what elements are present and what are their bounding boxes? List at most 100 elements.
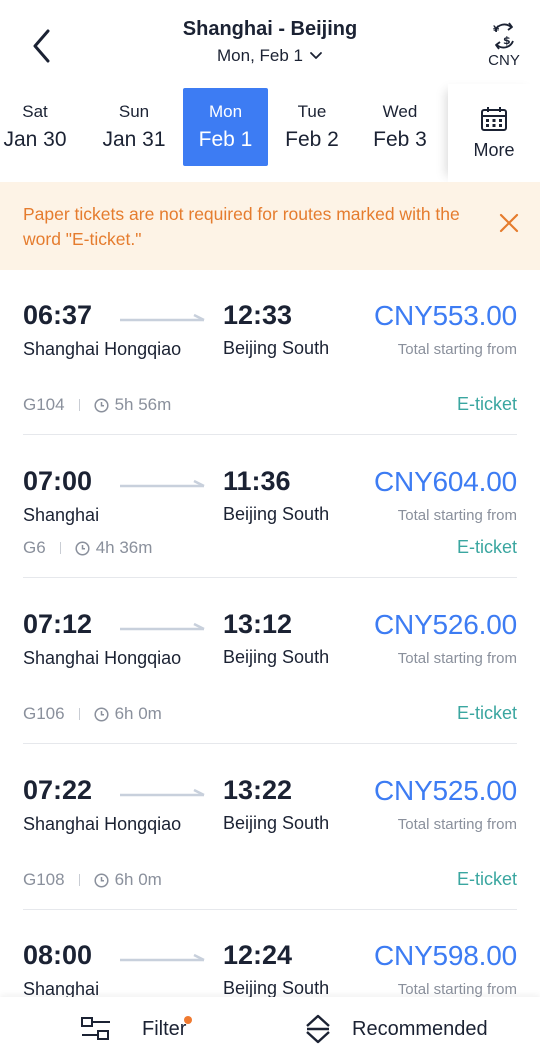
selected-date-label: Mon, Feb 1 bbox=[217, 46, 303, 65]
filter-text: Filter bbox=[142, 1017, 187, 1040]
train-meta: G108 6h 0m bbox=[23, 870, 162, 890]
departure-station: Shanghai Hongqiao bbox=[23, 814, 182, 834]
day-of-week: Tue bbox=[297, 102, 327, 121]
filter-button[interactable]: Filter bbox=[80, 1009, 193, 1049]
day-of-week: Wed bbox=[382, 102, 418, 121]
route-arrow-icon bbox=[120, 788, 205, 797]
arrival-time: 12:24 bbox=[223, 940, 293, 970]
notice-close-button[interactable] bbox=[494, 208, 524, 238]
currency-button[interactable]: ¥ $ CNY bbox=[482, 22, 526, 74]
departure-time: 07:12 bbox=[23, 609, 93, 639]
day-of-week: Sun bbox=[118, 102, 150, 121]
date-label: Jan 30 bbox=[3, 128, 67, 151]
arrival-time: 12:33 bbox=[223, 300, 293, 330]
more-dates-button[interactable]: More bbox=[448, 84, 540, 182]
train-number: G104 bbox=[23, 395, 65, 414]
arrival-station: Beijing South bbox=[223, 504, 330, 524]
separator bbox=[78, 708, 80, 720]
sort-icon bbox=[306, 1014, 330, 1044]
route-arrow-icon bbox=[120, 313, 205, 322]
departure-time: 07:22 bbox=[23, 775, 93, 805]
clock-icon bbox=[75, 540, 90, 556]
duration: 6h 0m bbox=[94, 870, 162, 890]
train-meta: G104 5h 56m bbox=[23, 395, 171, 415]
departure-station: Shanghai bbox=[23, 979, 100, 997]
train-row[interactable]: 07:12 13:12 CNY526.00 Shanghai Hongqiao … bbox=[0, 609, 540, 743]
price-note: Total starting from bbox=[397, 341, 517, 358]
departure-time: 08:00 bbox=[23, 940, 93, 970]
chevron-down-icon bbox=[310, 52, 322, 59]
clock-icon bbox=[94, 706, 109, 722]
date-option-feb-2[interactable]: Tue Feb 2 bbox=[271, 88, 353, 166]
date-option-jan-30[interactable]: Sat Jan 30 bbox=[0, 88, 76, 166]
price: CNY553.00 bbox=[374, 300, 517, 331]
separator bbox=[78, 874, 80, 886]
price-note: Total starting from bbox=[397, 981, 517, 997]
date-option-feb-3[interactable]: Wed Feb 3 bbox=[359, 88, 441, 166]
header: Shanghai - Beijing Mon, Feb 1 ¥ $ CNY bbox=[0, 0, 540, 84]
arrival-time: 11:36 bbox=[223, 466, 291, 496]
train-number: G106 bbox=[23, 704, 65, 723]
route-arrow-icon bbox=[120, 622, 205, 631]
filter-label: Filter bbox=[142, 1015, 193, 1041]
more-label: More bbox=[473, 139, 515, 160]
departure-station: Shanghai Hongqiao bbox=[23, 648, 182, 668]
arrival-station: Beijing South bbox=[223, 978, 330, 997]
departure-station: Shanghai bbox=[23, 505, 100, 525]
route-arrow-icon bbox=[120, 479, 205, 488]
divider bbox=[23, 909, 517, 910]
departure-time: 06:37 bbox=[23, 300, 93, 330]
train-row[interactable]: 06:37 12:33 CNY553.00 Shanghai Hongqiao … bbox=[0, 300, 540, 434]
duration-label: 4h 36m bbox=[95, 538, 153, 557]
price-note: Total starting from bbox=[397, 507, 517, 524]
sort-button[interactable]: Recommended bbox=[304, 1009, 488, 1049]
date-label: Feb 1 bbox=[198, 128, 253, 151]
train-row[interactable]: 07:00 11:36 CNY604.00 Shanghai Beijing S… bbox=[0, 466, 540, 578]
price: CNY526.00 bbox=[374, 609, 517, 640]
filter-indicator-dot bbox=[184, 1015, 193, 1024]
date-option-feb-1[interactable]: Mon Feb 1 bbox=[183, 88, 268, 166]
duration: 4h 36m bbox=[75, 538, 153, 558]
price: CNY525.00 bbox=[374, 775, 517, 806]
duration: 5h 56m bbox=[94, 395, 172, 415]
calendar-icon bbox=[481, 106, 507, 131]
date-label: Jan 31 bbox=[102, 128, 166, 151]
arrival-time: 13:22 bbox=[223, 775, 293, 805]
divider bbox=[23, 743, 517, 744]
clock-icon bbox=[94, 872, 109, 888]
date-label: Feb 3 bbox=[373, 128, 427, 151]
train-meta: G106 6h 0m bbox=[23, 704, 162, 724]
close-icon bbox=[499, 213, 519, 233]
price: CNY598.00 bbox=[374, 940, 517, 971]
svg-text:$: $ bbox=[503, 34, 511, 47]
duration: 6h 0m bbox=[94, 704, 162, 724]
train-row[interactable]: 07:22 13:22 CNY525.00 Shanghai Hongqiao … bbox=[0, 775, 540, 909]
divider bbox=[23, 434, 517, 435]
date-selector[interactable]: Mon, Feb 1 bbox=[0, 46, 540, 66]
departure-station: Shanghai Hongqiao bbox=[23, 339, 182, 359]
duration-label: 6h 0m bbox=[114, 870, 162, 889]
bottom-toolbar: Filter Recommended bbox=[0, 997, 540, 1059]
train-row[interactable]: 08:00 12:24 CNY598.00 Shanghai Beijing S… bbox=[0, 940, 540, 997]
day-of-week: Mon bbox=[208, 102, 243, 121]
arrival-station: Beijing South bbox=[223, 647, 330, 667]
train-number: G108 bbox=[23, 870, 65, 889]
price-note: Total starting from bbox=[397, 816, 517, 833]
date-label: Feb 2 bbox=[285, 128, 339, 151]
price-note: Total starting from bbox=[397, 650, 517, 667]
filter-icon bbox=[81, 1017, 110, 1040]
notice-banner: Paper tickets are not required for route… bbox=[0, 182, 540, 270]
separator bbox=[59, 542, 61, 554]
eticket-badge: E-ticket bbox=[456, 703, 517, 723]
duration-label: 5h 56m bbox=[114, 395, 172, 414]
arrival-station: Beijing South bbox=[223, 813, 330, 833]
separator bbox=[78, 399, 80, 411]
divider bbox=[23, 577, 517, 578]
train-meta: G6 4h 36m bbox=[23, 538, 152, 558]
duration-label: 6h 0m bbox=[114, 704, 162, 723]
svg-text:¥: ¥ bbox=[493, 25, 500, 35]
sort-label: Recommended bbox=[352, 1017, 488, 1040]
date-option-jan-31[interactable]: Sun Jan 31 bbox=[93, 88, 175, 166]
notice-text: Paper tickets are not required for route… bbox=[23, 204, 460, 249]
date-strip: Sat Jan 30 Sun Jan 31 Mon Feb 1 Tue Feb … bbox=[0, 84, 540, 182]
